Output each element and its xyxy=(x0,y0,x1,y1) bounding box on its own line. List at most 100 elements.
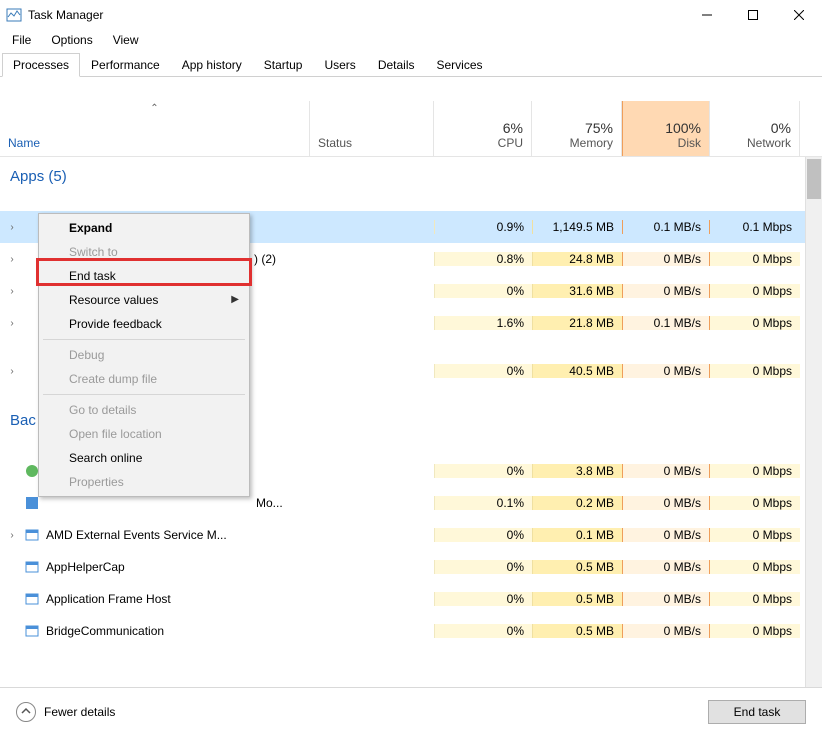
process-list-area: Apps (5) › 0.9% 1,149.5 MB 0.1 MB/s 0.1 … xyxy=(0,157,822,729)
memory-label: Memory xyxy=(540,136,613,150)
memory-percent: 75% xyxy=(540,120,613,136)
minimize-button[interactable] xyxy=(684,0,730,30)
column-status[interactable]: Status xyxy=(310,101,434,156)
cpu-label: CPU xyxy=(442,136,523,150)
cell-disk: 0 MB/s xyxy=(622,528,710,542)
tab-users[interactable]: Users xyxy=(313,53,366,77)
tabs: Processes Performance App history Startu… xyxy=(0,52,822,77)
tab-app-history[interactable]: App history xyxy=(171,53,253,77)
menu-switch-to: Switch to xyxy=(41,240,247,264)
cell-cpu: 0.9% xyxy=(434,220,532,234)
process-row[interactable]: BridgeCommunication 0% 0.5 MB 0 MB/s 0 M… xyxy=(0,615,822,647)
titlebar: Task Manager xyxy=(0,0,822,30)
cell-net: 0 Mbps xyxy=(710,364,800,378)
cell-disk: 0 MB/s xyxy=(622,560,710,574)
menu-view[interactable]: View xyxy=(105,31,147,49)
column-name-label: Name xyxy=(8,136,40,150)
chevron-up-icon xyxy=(16,702,36,722)
menu-search-online[interactable]: Search online xyxy=(41,446,247,470)
cell-net: 0.1 Mbps xyxy=(710,220,800,234)
cell-cpu: 0% xyxy=(434,364,532,378)
cell-mem: 0.5 MB xyxy=(532,560,622,574)
separator xyxy=(43,339,245,340)
vertical-scrollbar[interactable] xyxy=(805,157,822,729)
cell-net: 0 Mbps xyxy=(710,592,800,606)
spacer xyxy=(0,195,822,211)
menu-properties: Properties xyxy=(41,470,247,494)
sort-caret-icon: ⌃ xyxy=(150,103,158,114)
cell-disk: 0.1 MB/s xyxy=(622,220,710,234)
scrollbar-thumb[interactable] xyxy=(807,159,821,199)
cell-cpu: 0% xyxy=(434,560,532,574)
column-memory[interactable]: 75% Memory xyxy=(532,101,622,156)
cell-net: 0 Mbps xyxy=(710,624,800,638)
cell-disk: 0 MB/s xyxy=(622,252,710,266)
chevron-right-icon[interactable]: › xyxy=(6,366,18,377)
column-cpu[interactable]: 6% CPU xyxy=(434,101,532,156)
cell-net: 0 Mbps xyxy=(710,252,800,266)
menu-resource-values[interactable]: Resource values ▶ xyxy=(41,288,247,312)
cell-cpu: 1.6% xyxy=(434,316,532,330)
end-task-button[interactable]: End task xyxy=(708,700,806,724)
fewer-details-label: Fewer details xyxy=(44,705,115,719)
cell-disk: 0 MB/s xyxy=(622,284,710,298)
chevron-right-icon[interactable]: › xyxy=(6,286,18,297)
cell-cpu: 0% xyxy=(434,284,532,298)
process-name: AMD External Events Service M... xyxy=(46,528,227,542)
cell-net: 0 Mbps xyxy=(710,528,800,542)
fewer-details-button[interactable]: Fewer details xyxy=(16,702,115,722)
exe-icon xyxy=(24,591,40,607)
tab-performance[interactable]: Performance xyxy=(80,53,171,77)
cell-mem: 40.5 MB xyxy=(532,364,622,378)
column-network[interactable]: 0% Network xyxy=(710,101,800,156)
cell-disk: 0 MB/s xyxy=(622,464,710,478)
chevron-right-icon[interactable]: › xyxy=(6,254,18,265)
cell-mem: 0.5 MB xyxy=(532,624,622,638)
menu-end-task[interactable]: End task xyxy=(41,264,247,288)
menu-provide-feedback[interactable]: Provide feedback xyxy=(41,312,247,336)
cell-cpu: 0.8% xyxy=(434,252,532,266)
process-name: BridgeCommunication xyxy=(46,624,164,638)
group-apps-label: Apps (5) xyxy=(0,168,67,185)
menu-open-location: Open file location xyxy=(41,422,247,446)
column-status-label: Status xyxy=(318,136,352,150)
close-button[interactable] xyxy=(776,0,822,30)
cell-mem: 1,149.5 MB xyxy=(532,220,622,234)
cell-net: 0 Mbps xyxy=(710,316,800,330)
column-name[interactable]: ⌃ Name xyxy=(0,101,310,156)
menu-resource-values-label: Resource values xyxy=(69,293,158,307)
tab-details[interactable]: Details xyxy=(367,53,426,77)
cell-cpu: 0% xyxy=(434,464,532,478)
cell-net: 0 Mbps xyxy=(710,560,800,574)
process-row[interactable]: AppHelperCap 0% 0.5 MB 0 MB/s 0 Mbps xyxy=(0,551,822,583)
cell-net: 0 Mbps xyxy=(710,464,800,478)
group-apps[interactable]: Apps (5) xyxy=(0,157,822,195)
menu-options[interactable]: Options xyxy=(43,31,100,49)
cell-mem: 3.8 MB xyxy=(532,464,622,478)
menu-file[interactable]: File xyxy=(4,31,39,49)
tab-services[interactable]: Services xyxy=(426,53,494,77)
footer: Fewer details End task xyxy=(0,687,822,735)
menu-debug: Debug xyxy=(41,343,247,367)
separator xyxy=(43,394,245,395)
submenu-arrow-icon: ▶ xyxy=(231,294,239,305)
network-percent: 0% xyxy=(718,120,791,136)
tab-processes[interactable]: Processes xyxy=(2,53,80,77)
tab-startup[interactable]: Startup xyxy=(253,53,314,77)
cell-cpu: 0.1% xyxy=(434,496,532,510)
cell-net: 0 Mbps xyxy=(710,284,800,298)
process-row[interactable]: Application Frame Host 0% 0.5 MB 0 MB/s … xyxy=(0,583,822,615)
window-title: Task Manager xyxy=(28,8,684,22)
chevron-right-icon[interactable]: › xyxy=(6,222,18,233)
column-disk[interactable]: 100% Disk xyxy=(622,101,710,156)
chevron-right-icon[interactable]: › xyxy=(6,530,18,541)
process-row[interactable]: ›AMD External Events Service M... 0% 0.1… xyxy=(0,519,822,551)
column-headers: ⌃ Name Status 6% CPU 75% Memory 100% Dis… xyxy=(0,101,822,157)
maximize-button[interactable] xyxy=(730,0,776,30)
network-label: Network xyxy=(718,136,791,150)
menu-expand[interactable]: Expand xyxy=(41,216,247,240)
cell-cpu: 0% xyxy=(434,528,532,542)
task-manager-icon xyxy=(6,7,22,23)
cell-disk: 0.1 MB/s xyxy=(622,316,710,330)
chevron-right-icon[interactable]: › xyxy=(6,318,18,329)
